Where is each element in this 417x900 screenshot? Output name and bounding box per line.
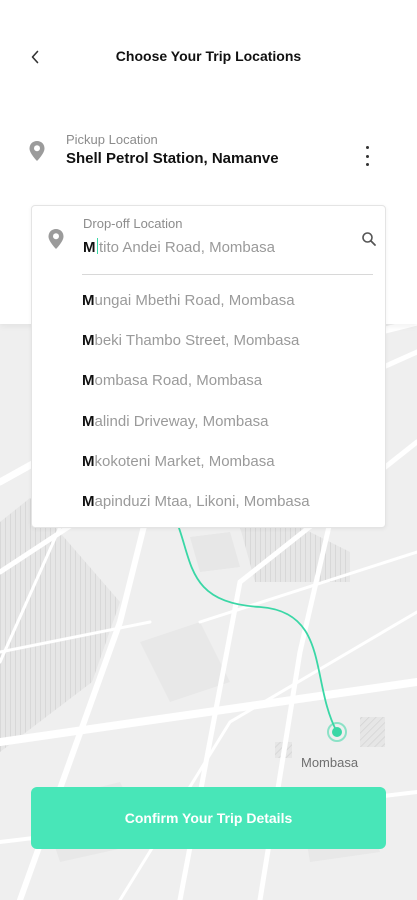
dropoff-input[interactable]: Mtito Andei Road, Mombasa xyxy=(83,238,275,256)
pickup-label: Pickup Location xyxy=(66,132,158,147)
suggestion-match: M xyxy=(82,493,95,511)
suggestion-rest: apinduzi Mtaa, Likoni, Mombasa xyxy=(94,493,310,511)
header: Choose Your Trip Locations xyxy=(0,38,417,76)
dropoff-typed-text: M xyxy=(83,239,96,256)
destination-marker xyxy=(332,727,342,737)
suggestion-item[interactable]: Mapinduzi Mtaa, Likoni, Mombasa xyxy=(82,481,377,521)
suggestion-rest: beki Thambo Street, Mombasa xyxy=(94,331,300,349)
search-icon[interactable] xyxy=(361,231,377,247)
suggestion-match: M xyxy=(82,291,95,309)
suggestion-match: M xyxy=(82,331,95,349)
location-pin-icon xyxy=(48,229,64,249)
location-pin-icon xyxy=(29,141,45,161)
more-vertical-icon xyxy=(365,146,369,149)
more-options-button[interactable] xyxy=(359,146,375,166)
more-vertical-icon xyxy=(365,163,369,166)
suggestion-match: M xyxy=(82,412,95,430)
text-caret xyxy=(96,238,98,254)
suggestion-rest: alindi Driveway, Mombasa xyxy=(94,412,269,430)
suggestion-item[interactable]: Mkokoteni Market, Mombasa xyxy=(82,441,377,481)
dropoff-autocomplete: Drop-off Location Mtito Andei Road, Momb… xyxy=(31,205,386,528)
suggestion-list: Mungai Mbethi Road, Mombasa Mbeki Thambo… xyxy=(82,280,377,522)
suggestion-item[interactable]: Mbeki Thambo Street, Mombasa xyxy=(82,320,377,360)
suggestion-item[interactable]: Mombasa Road, Mombasa xyxy=(82,361,377,401)
pickup-location-field[interactable]: Pickup Location Shell Petrol Station, Na… xyxy=(24,130,394,176)
suggestion-item[interactable]: Malindi Driveway, Mombasa xyxy=(82,401,377,441)
dropoff-completion-text: tito Andei Road, Mombasa xyxy=(99,239,275,256)
page-title: Choose Your Trip Locations xyxy=(115,48,302,64)
suggestion-match: M xyxy=(82,372,95,390)
input-divider xyxy=(82,274,373,275)
suggestion-rest: ombasa Road, Mombasa xyxy=(94,372,263,390)
pickup-value: Shell Petrol Station, Namanve xyxy=(66,150,279,167)
more-vertical-icon xyxy=(365,154,369,158)
suggestion-rest: ungai Mbethi Road, Mombasa xyxy=(94,291,295,309)
dropoff-label: Drop-off Location xyxy=(83,216,183,231)
suggestion-item[interactable]: Mungai Mbethi Road, Mombasa xyxy=(82,280,377,320)
map-destination-label: Mombasa xyxy=(301,755,359,770)
suggestion-rest: kokoteni Market, Mombasa xyxy=(94,452,275,470)
confirm-trip-button[interactable]: Confirm Your Trip Details xyxy=(31,787,386,849)
suggestion-match: M xyxy=(82,452,95,470)
